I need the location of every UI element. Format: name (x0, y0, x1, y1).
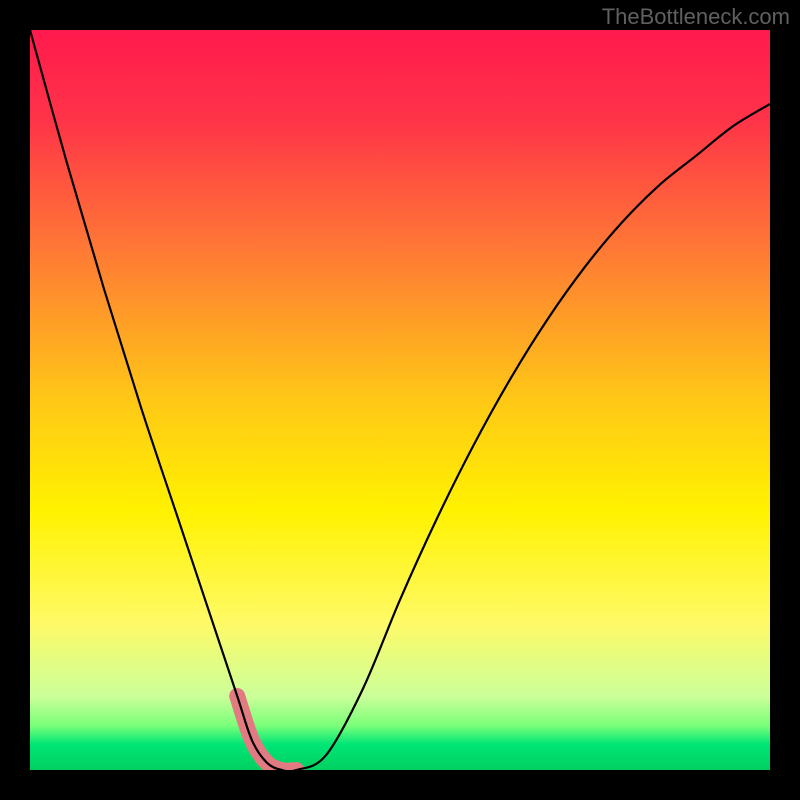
chart-container: TheBottleneck.com (0, 0, 800, 800)
watermark-text: TheBottleneck.com (602, 4, 790, 30)
marker-highlight (237, 696, 296, 770)
curve-layer (30, 30, 770, 770)
bottleneck-curve (30, 30, 770, 770)
plot-area (30, 30, 770, 770)
